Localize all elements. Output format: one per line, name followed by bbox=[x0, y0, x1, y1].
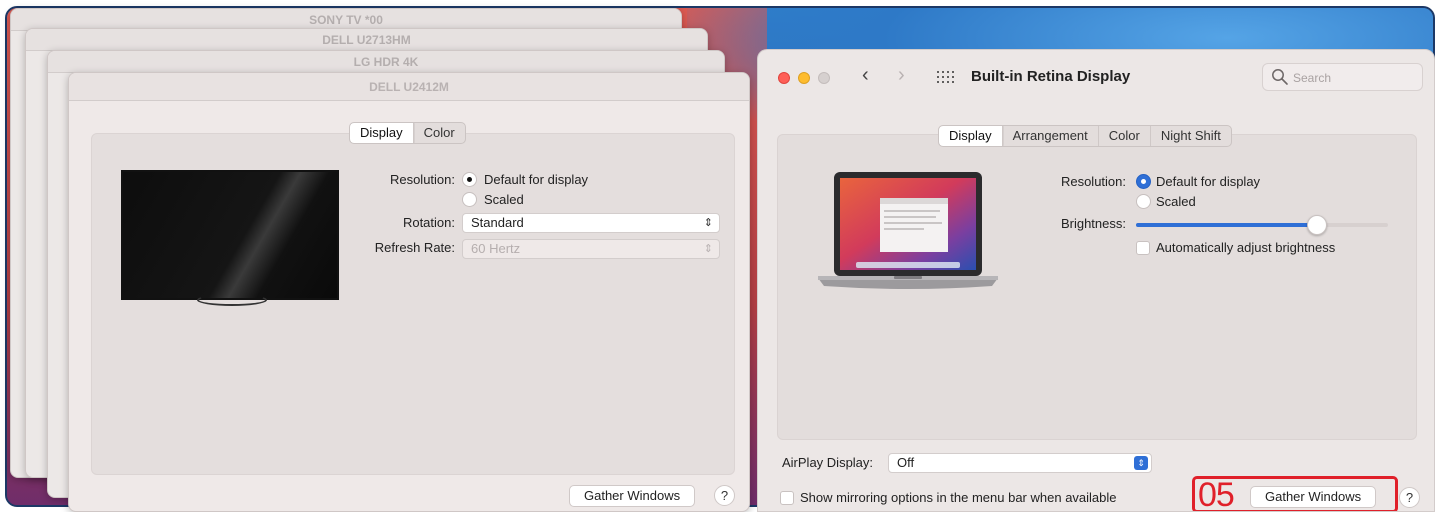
radio-default-label: Default for display bbox=[484, 172, 589, 187]
airplay-display-select[interactable]: Off ⇕ bbox=[888, 453, 1152, 473]
mirroring-options-checkbox[interactable] bbox=[780, 491, 794, 505]
brightness-label: Brightness: bbox=[1060, 216, 1126, 231]
auto-brightness-label: Automatically adjust brightness bbox=[1156, 240, 1336, 255]
minimize-window-button[interactable] bbox=[798, 72, 810, 84]
brightness-slider-fill bbox=[1136, 223, 1318, 227]
radio-default-for-display[interactable] bbox=[462, 172, 477, 187]
mirroring-options-label: Show mirroring options in the menu bar w… bbox=[800, 490, 1117, 505]
search-input[interactable]: Search bbox=[1262, 63, 1423, 91]
refresh-rate-select: 60 Hertz ⇕ bbox=[462, 239, 720, 259]
tv-stand-image bbox=[197, 294, 267, 306]
radio-default-label: Default for display bbox=[1156, 174, 1261, 189]
brightness-slider[interactable] bbox=[1136, 215, 1388, 235]
search-icon bbox=[1272, 69, 1288, 85]
refresh-rate-label: Refresh Rate: bbox=[374, 240, 455, 255]
tab-bar: Display Color bbox=[349, 122, 466, 144]
back-chevron-icon[interactable]: ‹ bbox=[862, 64, 869, 87]
tab-bar: Display Arrangement Color Night Shift bbox=[938, 125, 1232, 147]
window-title: LG HDR 4K bbox=[48, 51, 724, 73]
macbook-image bbox=[818, 172, 998, 289]
help-button[interactable]: ? bbox=[1399, 487, 1420, 508]
window-title: DELL U2412M bbox=[69, 73, 749, 101]
window-built-in-retina-display[interactable]: ‹ › Built-in Retina Display Search Displ… bbox=[757, 49, 1435, 512]
radio-scaled[interactable] bbox=[462, 192, 477, 207]
tab-color[interactable]: Color bbox=[414, 123, 465, 143]
show-all-grid-icon[interactable] bbox=[937, 71, 955, 83]
chevron-updown-icon: ⇕ bbox=[703, 243, 713, 255]
forward-chevron-icon[interactable]: › bbox=[898, 64, 905, 87]
chevron-updown-icon: ⇕ bbox=[703, 217, 713, 229]
radio-default-for-display[interactable] bbox=[1136, 174, 1151, 189]
chevron-updown-icon: ⇕ bbox=[1134, 456, 1148, 470]
rotation-label: Rotation: bbox=[402, 215, 455, 230]
step-number-label: 05 bbox=[1198, 476, 1235, 512]
search-placeholder: Search bbox=[1293, 71, 1332, 85]
help-button[interactable]: ? bbox=[714, 485, 735, 506]
rotation-value: Standard bbox=[471, 215, 524, 230]
resolution-label: Resolution: bbox=[389, 172, 455, 187]
close-window-button[interactable] bbox=[778, 72, 790, 84]
window-dell-u2412m[interactable]: DELL U2412M Display Color Resolution: De… bbox=[68, 72, 750, 512]
window-title: Built-in Retina Display bbox=[971, 68, 1131, 85]
tab-color[interactable]: Color bbox=[1099, 126, 1151, 146]
auto-brightness-checkbox[interactable] bbox=[1136, 241, 1150, 255]
radio-scaled-label: Scaled bbox=[484, 192, 524, 207]
tv-display-image bbox=[121, 170, 339, 300]
resolution-label: Resolution: bbox=[1060, 174, 1126, 189]
toolbar: ‹ › Built-in Retina Display Search bbox=[758, 50, 1434, 106]
rotation-select[interactable]: Standard ⇕ bbox=[462, 213, 720, 233]
airplay-display-value: Off bbox=[897, 455, 915, 470]
tab-night-shift[interactable]: Night Shift bbox=[1151, 126, 1231, 146]
tab-arrangement[interactable]: Arrangement bbox=[1003, 126, 1099, 146]
radio-scaled-label: Scaled bbox=[1156, 194, 1196, 209]
refresh-rate-value: 60 Hertz bbox=[471, 241, 521, 256]
tab-display[interactable]: Display bbox=[939, 126, 1003, 146]
airplay-display-label: AirPlay Display: bbox=[782, 455, 874, 470]
gather-windows-button[interactable]: Gather Windows bbox=[569, 485, 696, 507]
tab-display[interactable]: Display bbox=[350, 123, 414, 143]
radio-scaled[interactable] bbox=[1136, 194, 1151, 209]
window-title: DELL U2713HM bbox=[26, 29, 707, 51]
zoom-window-button[interactable] bbox=[818, 72, 830, 84]
